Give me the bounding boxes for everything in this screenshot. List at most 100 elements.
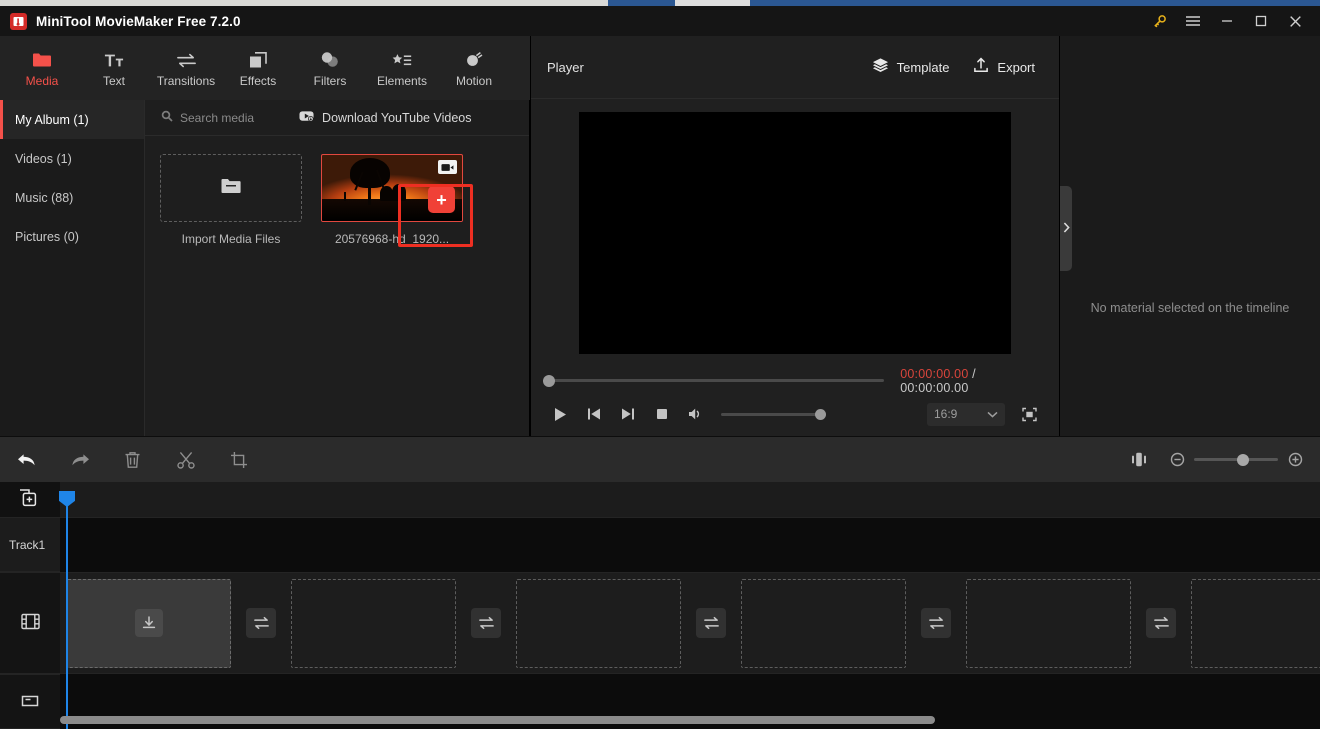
- timeline-slot-empty[interactable]: [291, 578, 456, 668]
- add-to-timeline-button[interactable]: +: [428, 186, 455, 213]
- fullscreen-button[interactable]: [1017, 402, 1041, 426]
- seek-slider[interactable]: [543, 374, 885, 387]
- add-track-button[interactable]: [0, 482, 60, 517]
- transition-swap-icon[interactable]: [696, 608, 726, 638]
- ribbon-tab-elements[interactable]: Elements: [366, 37, 438, 99]
- media-clip-cell[interactable]: + 20576968-hd_1920...: [321, 154, 473, 247]
- aspect-ratio-select[interactable]: 16:9: [927, 402, 1005, 426]
- search-input[interactable]: Search media: [161, 110, 254, 125]
- menu-button[interactable]: [1176, 6, 1210, 36]
- ribbon-tab-text[interactable]: Text: [78, 37, 150, 99]
- import-download-icon: [134, 609, 163, 637]
- current-time: 00:00:00.00: [900, 366, 969, 381]
- title-bar: MiniTool MovieMaker Free 7.2.0: [0, 6, 1320, 36]
- add-to-timeline-label: +: [436, 189, 447, 210]
- sidebar-item-my-album[interactable]: My Album (1): [0, 100, 144, 139]
- video-camera-icon: [438, 160, 457, 174]
- split-button[interactable]: [159, 437, 212, 482]
- ribbon-tab-transitions[interactable]: Transitions: [150, 37, 222, 99]
- delete-button[interactable]: [106, 437, 159, 482]
- timeline-ruler[interactable]: [60, 482, 1320, 517]
- timeline-slot-empty[interactable]: [966, 578, 1131, 668]
- download-youtube-label: Download YouTube Videos: [322, 110, 472, 125]
- sidebar-item-music[interactable]: Music (88): [0, 178, 144, 217]
- maximize-button[interactable]: [1244, 6, 1278, 36]
- transition-swap-icon[interactable]: [471, 608, 501, 638]
- timeline-zoom-control: [1168, 451, 1304, 469]
- playhead[interactable]: [59, 491, 75, 729]
- empty-state-text: No material selected on the timeline: [1090, 301, 1290, 315]
- ribbon-tab-label: Motion: [455, 74, 493, 88]
- timeline-scrollbar-thumb[interactable]: [60, 716, 935, 724]
- key-button[interactable]: [1142, 6, 1176, 36]
- transition-swap-icon[interactable]: [1146, 608, 1176, 638]
- timeline-scrollbar[interactable]: [60, 716, 1312, 724]
- media-clip-thumbnail[interactable]: +: [321, 154, 473, 247]
- video-preview[interactable]: [579, 112, 1011, 354]
- import-media-dropzone[interactable]: [160, 154, 302, 222]
- template-button[interactable]: Template: [872, 57, 949, 78]
- ribbon-tab-label: Text: [102, 74, 125, 88]
- panel-collapse-handle[interactable]: [1060, 186, 1072, 271]
- aspect-ratio-value: 16:9: [934, 407, 958, 421]
- timeline-row-video[interactable]: [60, 572, 1320, 674]
- clip-figure: [392, 184, 406, 201]
- close-button[interactable]: [1278, 6, 1312, 36]
- transition-swap-icon[interactable]: [246, 608, 276, 638]
- media-panel: Search media Download YouTube Videos Imp…: [145, 100, 530, 436]
- ribbon-tab-effects[interactable]: Effects: [222, 37, 294, 99]
- timeline-slot-filled[interactable]: [66, 578, 231, 668]
- volume-thumb[interactable]: [815, 408, 826, 420]
- timeline-slot-empty[interactable]: [516, 578, 681, 668]
- total-time: 00:00:00.00: [900, 380, 969, 395]
- youtube-download-icon: [299, 109, 314, 127]
- ribbon-tab-media[interactable]: Media: [6, 37, 78, 99]
- search-placeholder: Search media: [180, 110, 255, 125]
- redo-button[interactable]: [53, 437, 106, 482]
- effects-icon: [248, 49, 268, 69]
- chevron-down-icon: [987, 407, 998, 421]
- previous-frame-button[interactable]: [577, 397, 611, 431]
- zoom-to-fit-button[interactable]: [1124, 445, 1154, 475]
- app-logo-icon: [10, 12, 27, 30]
- download-youtube-videos-button[interactable]: Download YouTube Videos: [299, 109, 471, 127]
- ribbon-tab-filters[interactable]: Filters: [294, 37, 366, 99]
- volume-slider[interactable]: [721, 408, 826, 420]
- crop-button[interactable]: [212, 437, 265, 482]
- transition-swap-icon[interactable]: [921, 608, 951, 638]
- player-stage: [531, 99, 1059, 367]
- import-media-cell[interactable]: Import Media Files: [160, 154, 305, 246]
- text-icon: [104, 49, 124, 69]
- motion-icon: [464, 49, 484, 69]
- timeline-row-track1[interactable]: [60, 517, 1320, 572]
- track-header-extra[interactable]: [0, 674, 60, 729]
- seek-thumb[interactable]: [543, 374, 555, 387]
- sidebar-item-pictures[interactable]: Pictures (0): [0, 217, 144, 256]
- minus-circle-icon[interactable]: [1168, 451, 1186, 469]
- track-header-video[interactable]: [0, 572, 60, 674]
- undo-button[interactable]: [0, 437, 53, 482]
- timeline-slot-empty[interactable]: [741, 578, 906, 668]
- timeline-slot-empty[interactable]: [1191, 578, 1320, 668]
- player-controls: 16:9: [531, 394, 1059, 434]
- stop-button[interactable]: [645, 397, 679, 431]
- sidebar-item-label: My Album (1): [15, 112, 89, 127]
- track1-label: Track1: [9, 537, 46, 552]
- minimize-button[interactable]: [1210, 6, 1244, 36]
- play-button[interactable]: [543, 397, 577, 431]
- plus-circle-icon[interactable]: [1286, 451, 1304, 469]
- sticker-track-icon: [21, 692, 39, 711]
- zoom-slider[interactable]: [1194, 453, 1278, 466]
- export-button[interactable]: Export: [973, 57, 1035, 78]
- next-frame-button[interactable]: [611, 397, 645, 431]
- zoom-slider-thumb[interactable]: [1237, 453, 1249, 466]
- media-clip-label: 20576968-hd_1920...: [334, 232, 450, 246]
- sidebar-item-videos[interactable]: Videos (1): [0, 139, 144, 178]
- sidebar-item-label: Pictures (0): [15, 229, 79, 244]
- search-icon: [161, 110, 173, 125]
- time-separator: /: [972, 366, 976, 381]
- ribbon-tab-motion[interactable]: Motion: [438, 37, 510, 99]
- track-header-track1[interactable]: Track1: [0, 517, 60, 572]
- volume-button[interactable]: [679, 397, 713, 431]
- time-display: 00:00:00.00 / 00:00:00.00: [900, 367, 1047, 395]
